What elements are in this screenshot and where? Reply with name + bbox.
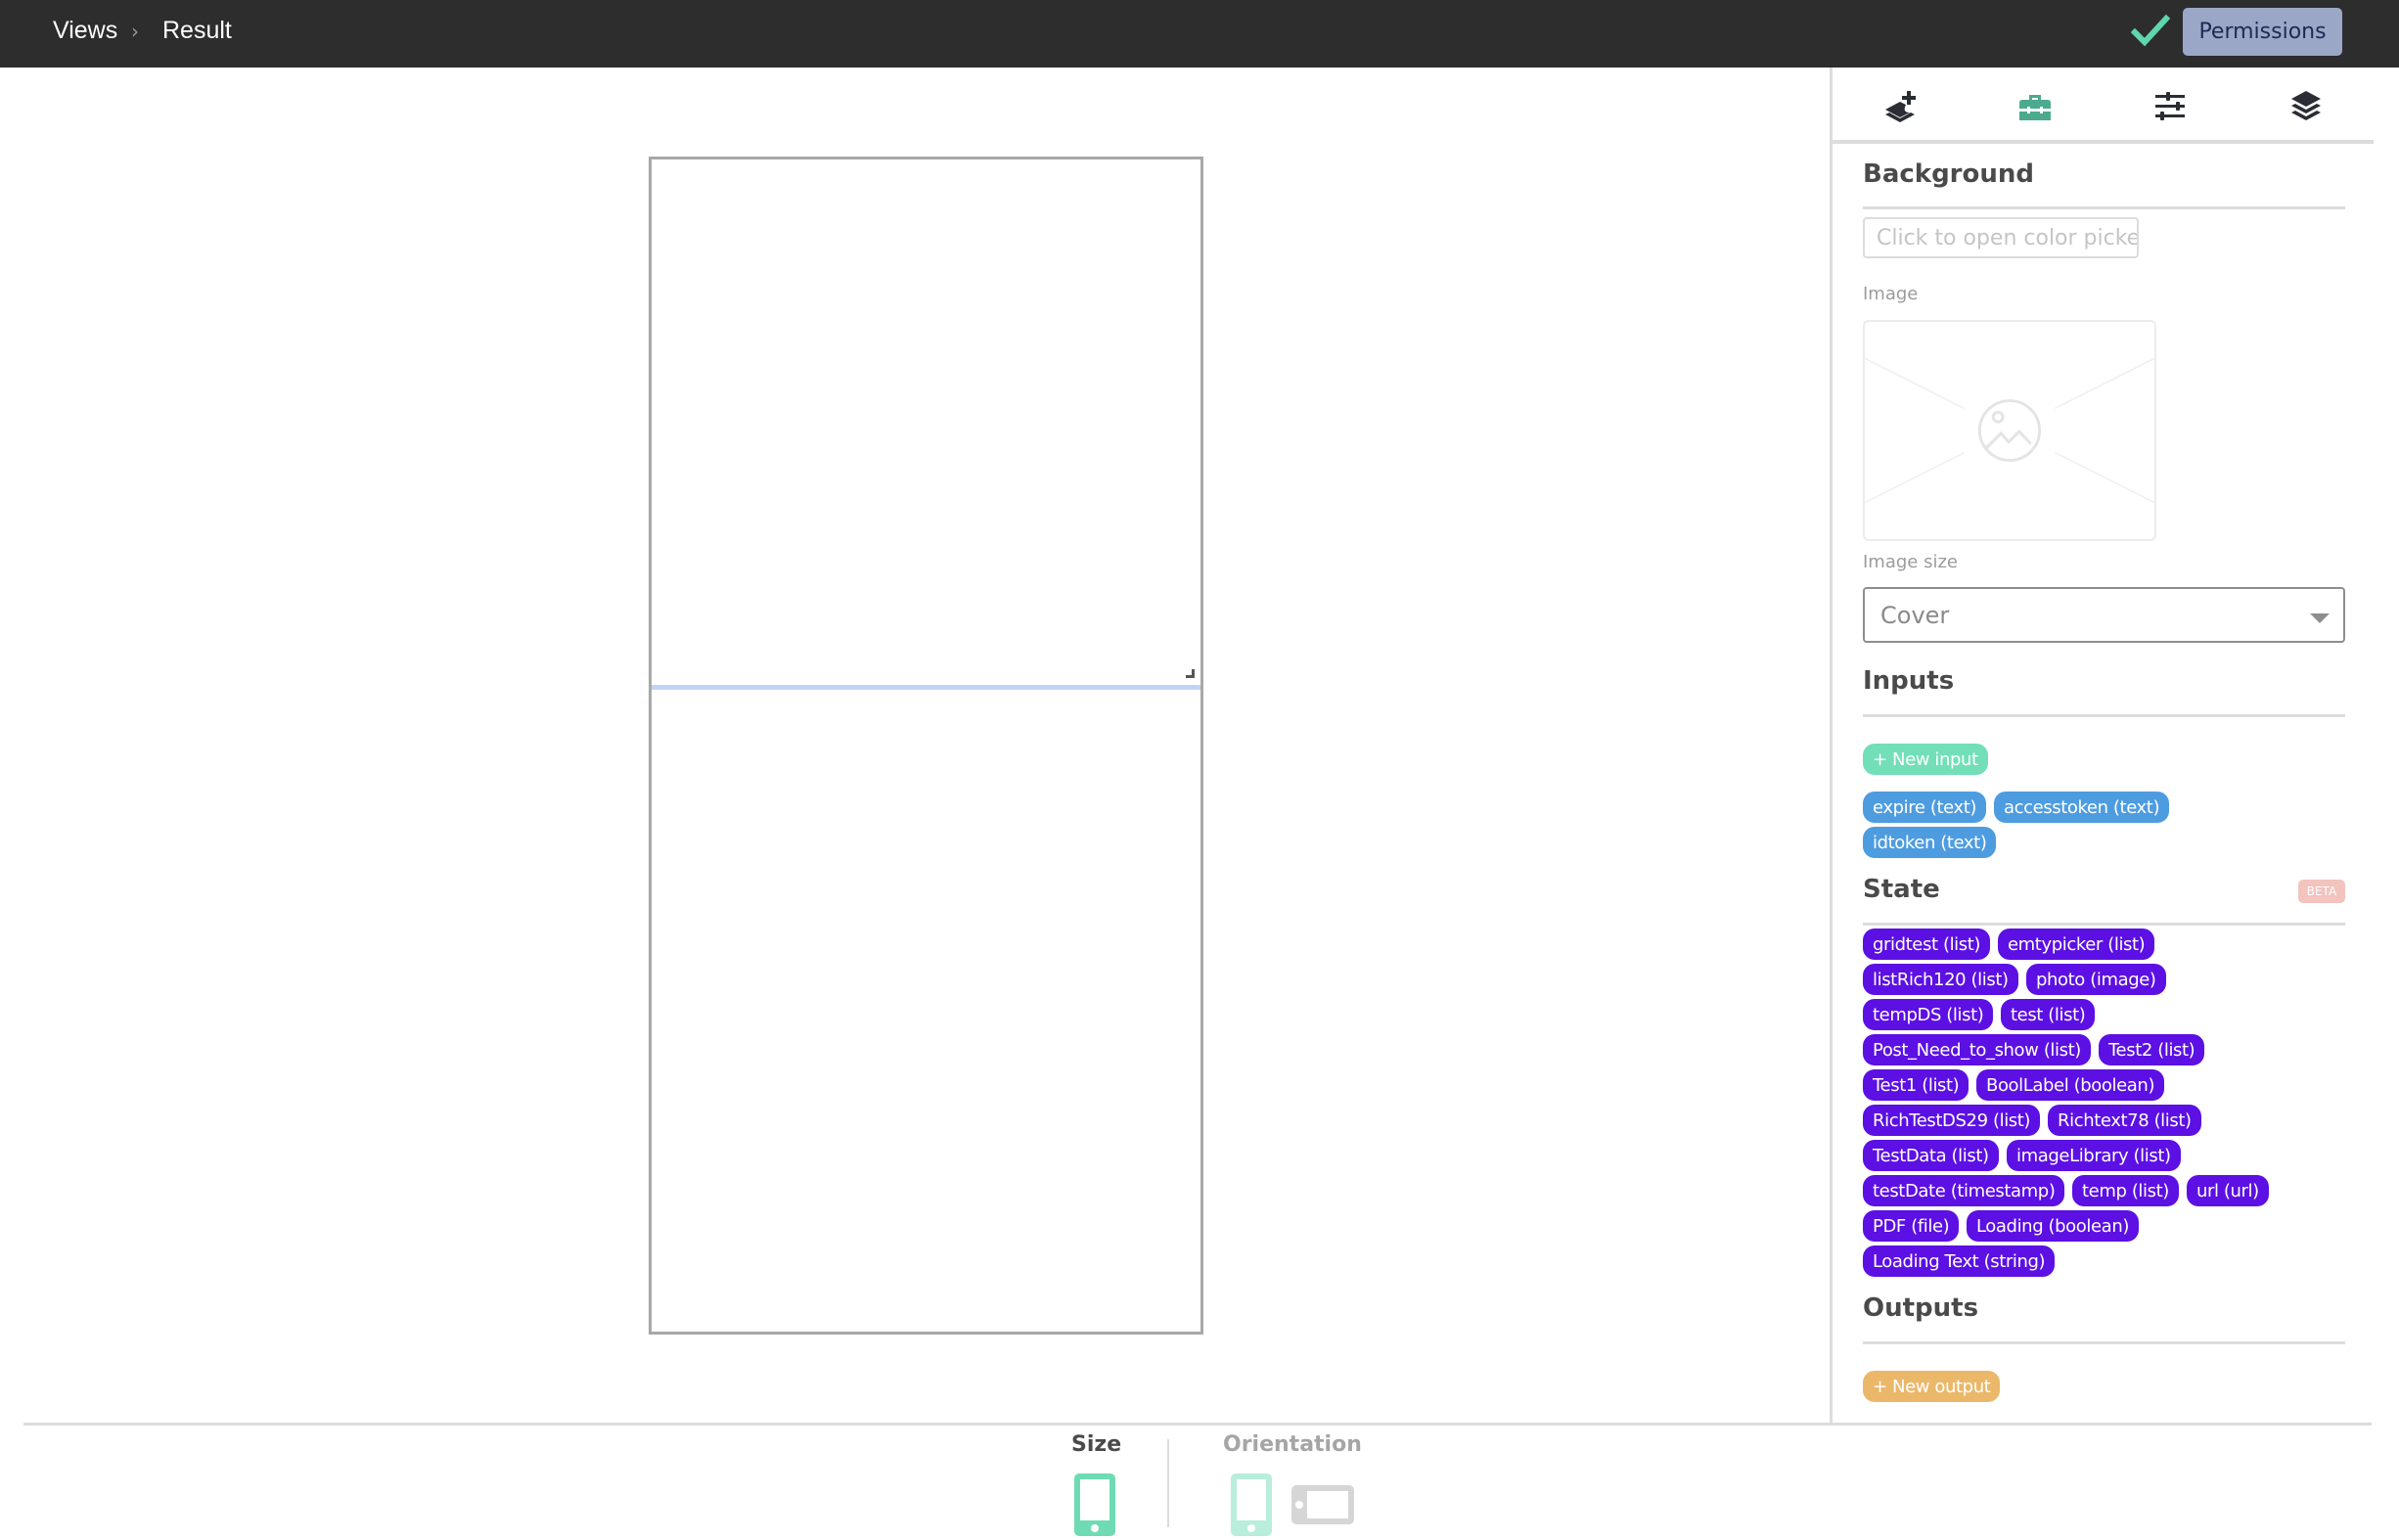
state-item[interactable]: BoolLabel (boolean) [1976,1069,2165,1101]
sliders-icon [2155,92,2185,120]
input-item[interactable]: idtoken (text) [1863,827,1997,858]
image-size-value: Cover [1880,602,1950,629]
input-item[interactable]: expire (text) [1863,792,1987,823]
check-icon [2131,14,2170,47]
state-item[interactable]: Test1 (list) [1863,1069,1969,1101]
state-item[interactable]: Loading Text (string) [1863,1246,2056,1277]
image-label: Image [1863,284,1919,304]
tab-add-component[interactable] [1878,85,1922,128]
beta-badge: BETA [2298,880,2345,903]
tab-toolbox[interactable] [2014,85,2057,128]
image-upload[interactable] [1863,320,2156,541]
state-item[interactable]: Test2 (list) [2099,1034,2205,1065]
add-layer-icon [1885,91,1916,122]
state-item[interactable]: PDF (file) [1863,1210,1960,1242]
permissions-button[interactable]: Permissions [2183,8,2342,56]
divider [1863,206,2345,209]
landscape-orientation-icon[interactable] [1291,1485,1354,1524]
properties-panel: Background Image Image size Cover Inputs… [1830,68,2374,1424]
chevron-down-icon [2310,613,2330,623]
breadcrumb-separator-icon: › [131,20,139,43]
panel-tabs [1833,68,2374,144]
phone-size-icon[interactable] [1074,1473,1115,1536]
orientation-label: Orientation [1223,1432,1362,1457]
image-size-select[interactable]: Cover [1863,587,2345,643]
state-item[interactable]: RichTestDS29 (list) [1863,1105,2041,1136]
new-input-button[interactable]: + New input [1863,744,1988,775]
state-item[interactable]: Richtext78 (list) [2048,1105,2201,1136]
breadcrumb-result: Result [162,17,232,44]
state-item[interactable]: Post_Need_to_show (list) [1863,1034,2091,1065]
state-heading: State [1863,875,1940,904]
outputs-heading: Outputs [1863,1293,1979,1323]
new-output-button[interactable]: + New output [1863,1371,2001,1402]
state-item[interactable]: imageLibrary (list) [2007,1140,2181,1171]
state-item[interactable]: photo (image) [2026,964,2166,995]
state-item[interactable]: tempDS (list) [1863,999,1994,1030]
state-item[interactable]: emtypicker (list) [1998,929,2155,960]
color-picker-input[interactable] [1863,217,2139,258]
top-bar: Views › Result Permissions [0,0,2399,68]
state-item[interactable]: TestData (list) [1863,1140,1999,1171]
state-item[interactable]: test (list) [2001,999,2096,1030]
tab-settings[interactable] [2149,85,2192,128]
screen-canvas[interactable] [649,157,1203,1335]
breadcrumb-views[interactable]: Views [53,17,117,45]
footer-vertical-divider [1167,1439,1169,1527]
resize-handle-icon[interactable] [1186,669,1195,678]
state-item[interactable]: listRich120 (list) [1863,964,2018,995]
portrait-orientation-icon[interactable] [1231,1473,1272,1536]
divider [1863,923,2345,926]
image-size-label: Image size [1863,552,1958,572]
state-item[interactable]: temp (list) [2072,1175,2179,1206]
layers-icon [2291,91,2321,120]
footer-divider [23,1423,2372,1426]
state-item[interactable]: gridtest (list) [1863,929,1991,960]
divider [1863,714,2345,717]
size-label: Size [1071,1432,1122,1457]
state-item[interactable]: Loading (boolean) [1967,1210,2139,1242]
divider [1863,1341,2345,1344]
tab-layers[interactable] [2285,85,2328,128]
inputs-heading: Inputs [1863,666,1955,696]
input-item[interactable]: accesstoken (text) [1994,792,2170,823]
state-item[interactable]: url (url) [2187,1175,2269,1206]
background-heading: Background [1863,159,2034,189]
toolbox-icon [2019,95,2051,120]
section-divider[interactable] [652,685,1200,690]
image-placeholder-icon [1865,357,2154,504]
state-item[interactable]: testDate (timestamp) [1863,1175,2065,1206]
